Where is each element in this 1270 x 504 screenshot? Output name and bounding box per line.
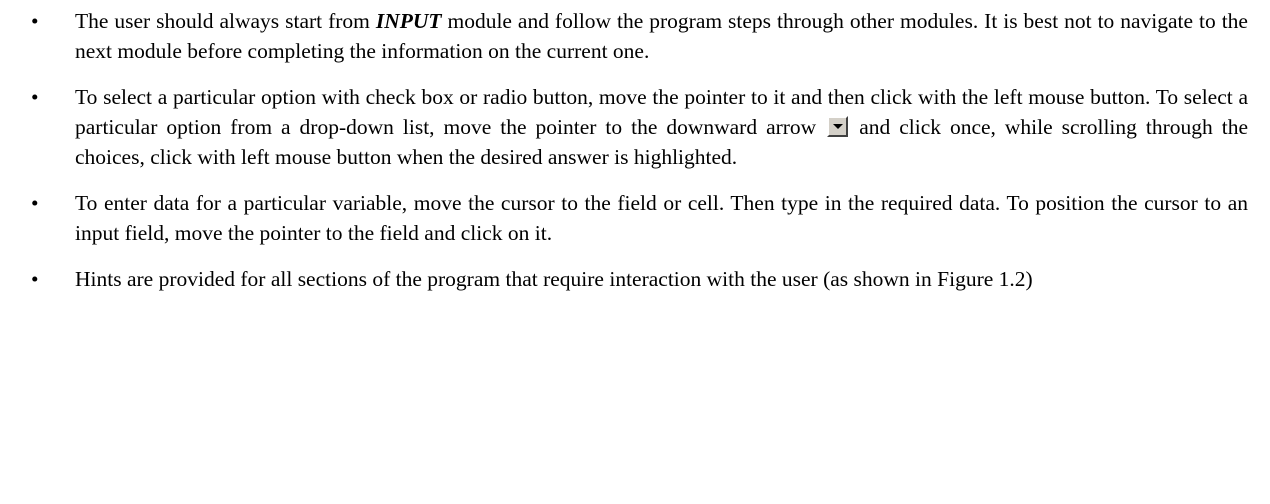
bullet-marker: •: [31, 85, 39, 109]
bullet-text: Hints are provided for all sections of t…: [75, 267, 1033, 291]
bullet-text-part: The user should always start from: [75, 9, 376, 33]
bullet-item-start-from-input: • The user should always start from INPU…: [20, 6, 1248, 66]
bullet-item-select-option: • To select a particular option with che…: [20, 82, 1248, 172]
bullet-item-enter-data: • To enter data for a particular variabl…: [20, 188, 1248, 248]
bullet-marker: •: [31, 267, 39, 291]
bullet-text: To enter data for a particular variable,…: [75, 191, 1248, 245]
input-module-emphasis: INPUT: [375, 9, 442, 33]
bullet-item-hints: • Hints are provided for all sections of…: [20, 264, 1248, 294]
bullet-list: • The user should always start from INPU…: [20, 6, 1248, 294]
dropdown-arrow-icon: [827, 116, 849, 137]
document-page: • The user should always start from INPU…: [0, 0, 1270, 504]
bullet-marker: •: [31, 191, 39, 215]
bullet-marker: •: [31, 9, 39, 33]
